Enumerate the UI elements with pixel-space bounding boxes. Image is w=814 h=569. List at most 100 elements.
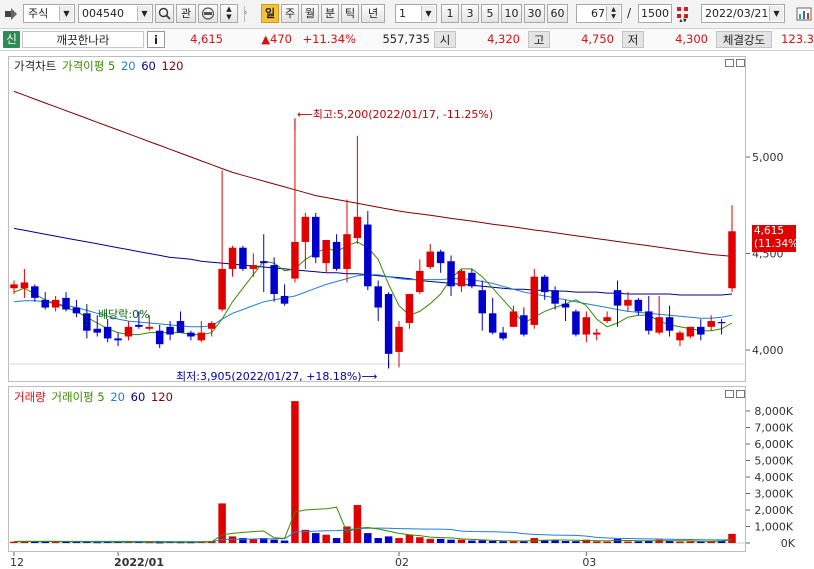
ma60-line [13, 227, 733, 296]
candle-body [145, 326, 154, 329]
volume-bar [270, 539, 278, 543]
date-axis-label: 2022/01 [114, 556, 164, 569]
current-pct-label: (11.34%) [754, 238, 803, 250]
candle-body [280, 295, 289, 304]
volume-bar [697, 541, 705, 543]
volume-bar [312, 533, 320, 543]
right-arrow-icon: ⟶ [361, 370, 378, 383]
volume-bar [291, 401, 299, 543]
volume-bar [603, 541, 611, 543]
candle-body [364, 224, 372, 287]
left-arrow-icon: ⟵ [297, 108, 313, 121]
volume-bar [478, 540, 487, 543]
price-axis-label: 4,000 [752, 344, 784, 357]
candle-body [551, 290, 559, 304]
candle-body [301, 216, 310, 242]
candle-body [468, 272, 476, 287]
candle-body [572, 311, 580, 335]
candle-body [613, 290, 622, 306]
low-annotation: 최저:3,905(2022/01/27, +18.18%)⟶ [176, 370, 378, 383]
candle-body [603, 317, 611, 322]
volume-axis-label: 0K [781, 537, 796, 550]
volume-bar [551, 540, 559, 543]
volume-bar [468, 540, 476, 543]
candle-body [665, 317, 674, 331]
volume-ma5-line [13, 506, 733, 543]
volume-bar [645, 541, 653, 543]
volume-axis-label: 2,000K [754, 504, 793, 517]
candle-body [176, 321, 185, 333]
date-axis-label: 12 [10, 556, 24, 569]
volume-bar [436, 538, 445, 543]
volume-bar [572, 541, 580, 543]
volume-bar [634, 541, 643, 543]
high-annotation: ⟵최고:5,200(2022/01/17, -11.25%) [297, 108, 494, 121]
volume-axis-label: 3,000K [754, 488, 793, 501]
volume-bar [416, 537, 424, 543]
volume-bar [332, 538, 341, 543]
volume-bar [686, 541, 695, 543]
candle-body [10, 284, 18, 289]
volume-bar [364, 533, 372, 543]
candle-body [509, 311, 518, 327]
candle-body [31, 286, 39, 298]
candle-body [93, 328, 101, 333]
chart-canvas[interactable]: 4,0004,5005,0000K1,000K2,000K3,000K4,000… [0, 0, 814, 569]
candle-body [478, 290, 487, 314]
volume-axis-label: 6,000K [754, 438, 793, 451]
candle-body [114, 338, 122, 341]
candle-body [540, 276, 549, 293]
candle-body [291, 241, 299, 279]
candle-body [103, 326, 112, 339]
current-price-tag: 4,615 (11.34%) [752, 225, 803, 252]
candle-body [416, 270, 424, 293]
candle-body [312, 216, 320, 258]
volume-bar [353, 505, 362, 543]
candle-body [582, 317, 591, 335]
volume-bar [447, 539, 455, 543]
candle-body [124, 326, 133, 337]
date-axis-label: 02 [395, 556, 409, 569]
candle-body [561, 303, 570, 308]
candle-body [83, 313, 91, 331]
candle-body [457, 270, 466, 287]
candle-body [62, 297, 70, 310]
candle-body [717, 322, 726, 324]
volume-bar [343, 526, 351, 543]
candle-body [676, 332, 684, 341]
candle-body [155, 330, 164, 345]
volume-bar [624, 541, 632, 543]
volume-bar [676, 541, 684, 543]
candle-body [645, 311, 653, 331]
candle-body [697, 326, 705, 335]
candle-body [353, 216, 362, 239]
candle-body [488, 313, 497, 333]
candle-body [187, 332, 195, 337]
candle-body [405, 294, 414, 323]
volume-bar [488, 541, 497, 543]
volume-bar [457, 539, 466, 543]
candle-body [686, 326, 695, 337]
candle-body [72, 307, 81, 314]
date-axis-label: 03 [582, 556, 596, 569]
candle-body [530, 276, 539, 325]
candle-body [41, 299, 49, 308]
candle-body [166, 326, 174, 335]
candle-body [135, 324, 143, 327]
candle-body [374, 286, 382, 308]
candle-body [239, 247, 247, 269]
candle-body [384, 294, 393, 354]
candle-body [207, 322, 216, 329]
volume-axis-label: 4,000K [754, 471, 793, 484]
candle-body [447, 261, 455, 287]
candle-body [20, 282, 29, 289]
candle-body [520, 315, 528, 335]
candle-body [728, 231, 736, 289]
candle-body [707, 321, 715, 327]
volume-bar [395, 538, 403, 543]
candle-body [228, 247, 237, 269]
candle-body [270, 265, 278, 295]
volume-axis-label: 1,000K [754, 521, 793, 534]
candle-body [655, 317, 663, 333]
dividend-annotation: 배당락:0% [98, 308, 150, 321]
